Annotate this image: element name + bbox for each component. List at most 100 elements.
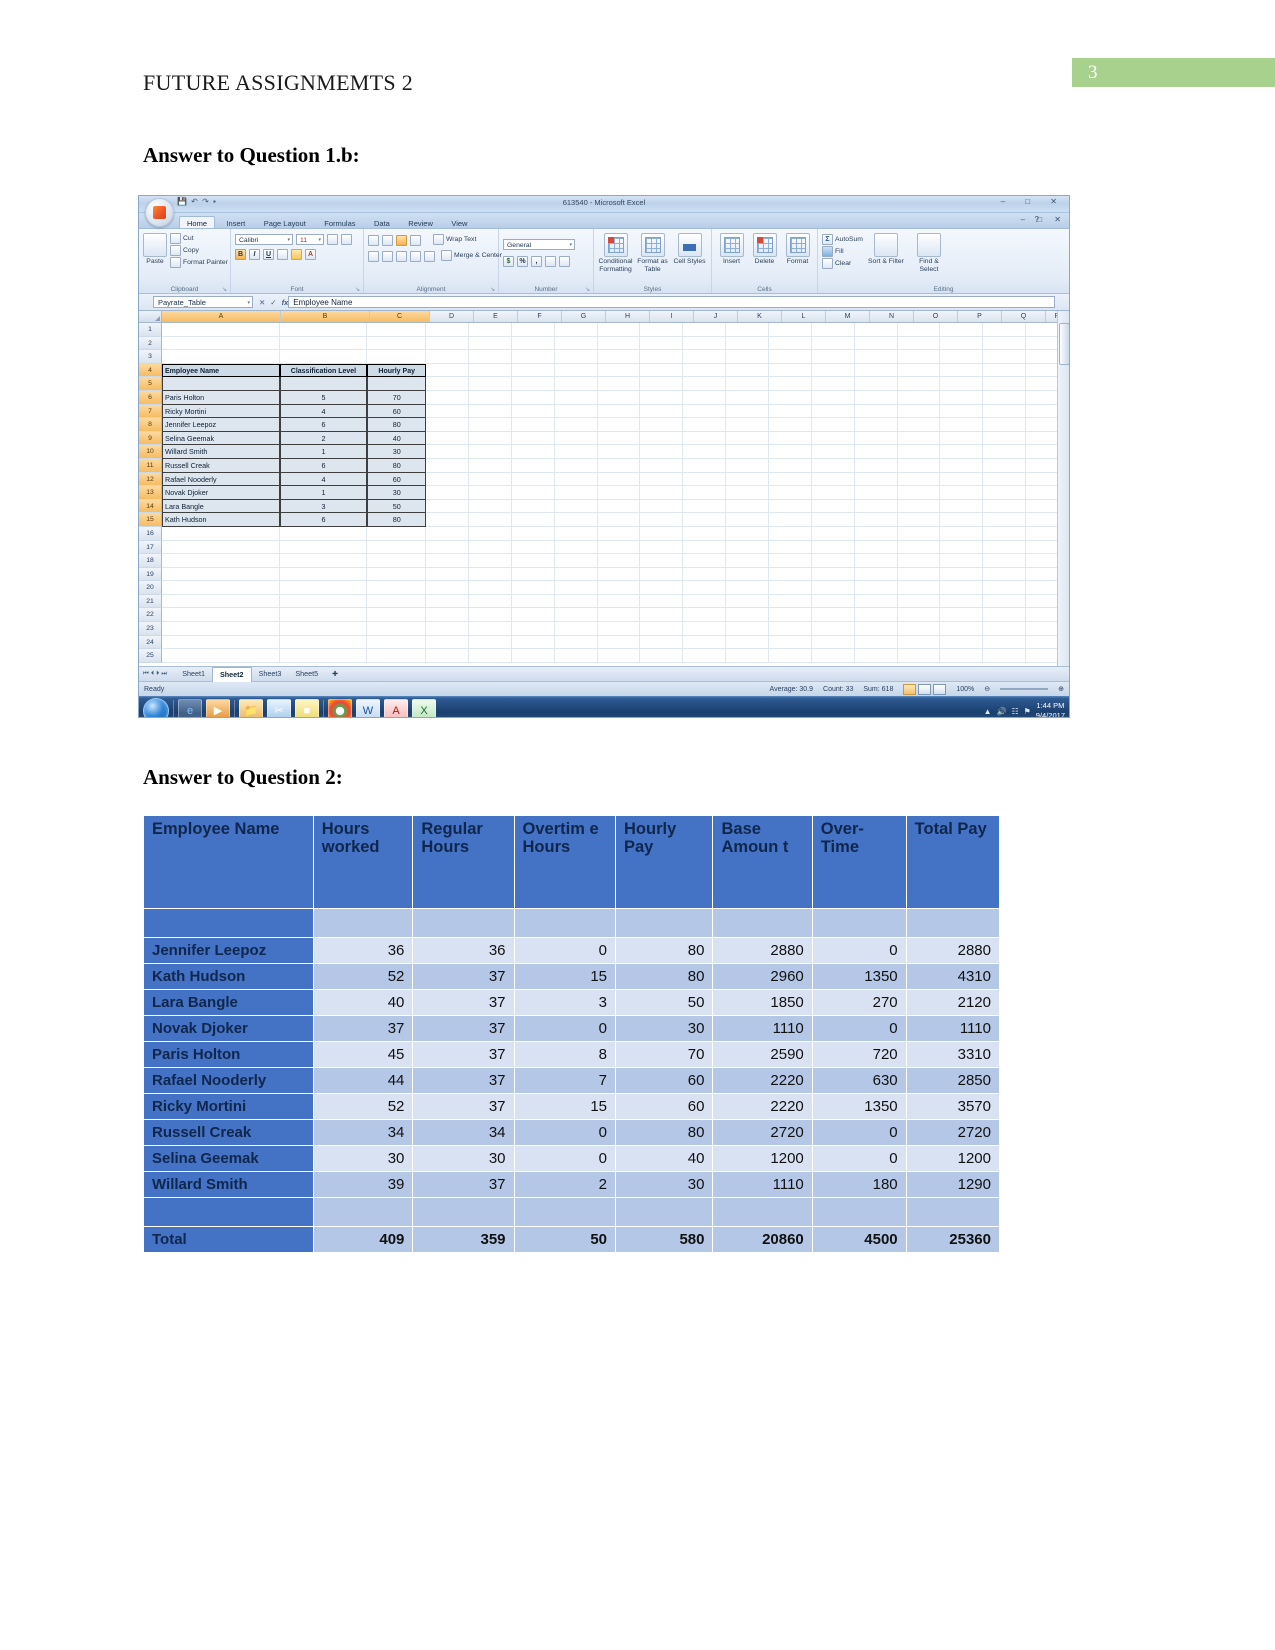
table-data-cell[interactable]: 2: [279, 431, 368, 446]
table-data-cell[interactable]: 1: [279, 486, 368, 500]
align-right-icon[interactable]: [396, 250, 407, 262]
worksheet-cell[interactable]: [940, 513, 984, 527]
worksheet-cell[interactable]: [897, 594, 941, 609]
worksheet-cell[interactable]: [726, 418, 769, 432]
worksheet-cell[interactable]: [726, 499, 769, 514]
worksheet-cell[interactable]: [554, 635, 598, 650]
worksheet-cell[interactable]: [726, 486, 769, 500]
worksheet-cell[interactable]: [983, 581, 1027, 595]
row-header[interactable]: 14: [139, 499, 162, 514]
row-header[interactable]: 15: [139, 513, 162, 527]
column-header-o[interactable]: O: [914, 311, 958, 322]
worksheet-cell[interactable]: [597, 526, 641, 541]
worksheet-cell[interactable]: [597, 594, 641, 609]
worksheet-cell[interactable]: [940, 649, 984, 663]
delete-cells-icon[interactable]: [752, 233, 777, 257]
scrollbar-thumb[interactable]: [1059, 323, 1069, 365]
worksheet-cell[interactable]: [726, 404, 769, 419]
format-painter-icon[interactable]: [170, 257, 181, 268]
worksheet-cell[interactable]: [511, 540, 555, 555]
worksheet-cell[interactable]: [511, 445, 555, 459]
worksheet-cell[interactable]: [983, 377, 1027, 391]
table-data-cell[interactable]: Selina Geemak: [162, 431, 280, 446]
worksheet-cell[interactable]: [854, 649, 898, 663]
acrobat-reader-icon[interactable]: A: [384, 699, 408, 717]
worksheet-cell[interactable]: [640, 622, 684, 636]
ribbon-tab-insert[interactable]: Insert: [219, 217, 252, 228]
worksheet-cell[interactable]: [854, 526, 898, 541]
worksheet-cell[interactable]: [279, 581, 368, 595]
worksheet-cell[interactable]: [768, 404, 812, 419]
worksheet-cell[interactable]: [597, 486, 641, 500]
worksheet-cell[interactable]: [726, 594, 769, 609]
worksheet-cell[interactable]: [426, 554, 469, 568]
worksheet-cell[interactable]: [940, 363, 984, 378]
borders-icon[interactable]: [277, 249, 288, 260]
worksheet-cell[interactable]: [426, 513, 469, 527]
row-header[interactable]: 6: [139, 390, 162, 405]
worksheet-cell[interactable]: [511, 554, 555, 568]
row-header[interactable]: 20: [139, 581, 162, 595]
worksheet-cell[interactable]: [683, 350, 727, 364]
excel-icon[interactable]: X: [412, 699, 436, 717]
row-header[interactable]: 18: [139, 554, 162, 568]
worksheet-cell[interactable]: [897, 323, 941, 337]
worksheet-cell[interactable]: [597, 608, 641, 623]
autosum-label[interactable]: AutoSum: [835, 236, 863, 243]
worksheet-cell[interactable]: [426, 363, 469, 378]
worksheet-cell[interactable]: [897, 526, 941, 541]
worksheet-cell[interactable]: [426, 350, 469, 364]
worksheet-cell[interactable]: [940, 350, 984, 364]
worksheet-cell[interactable]: [640, 336, 684, 351]
decrease-font-size-icon[interactable]: [341, 234, 352, 245]
sheet-tab-sheet3[interactable]: Sheet3: [252, 667, 289, 681]
align-top-icon[interactable]: [368, 234, 379, 246]
worksheet-cell[interactable]: [897, 499, 941, 514]
worksheet-cell[interactable]: [940, 540, 984, 555]
clipboard-dialog-launcher-icon[interactable]: ↘: [222, 286, 227, 293]
worksheet-cell[interactable]: [640, 445, 684, 459]
format-cells-icon[interactable]: [785, 233, 810, 257]
worksheet-cell[interactable]: [768, 350, 812, 364]
worksheet-cell[interactable]: [554, 350, 598, 364]
worksheet-cell[interactable]: [597, 472, 641, 487]
worksheet-cell[interactable]: [468, 418, 512, 432]
worksheet-cell[interactable]: [511, 472, 555, 487]
alignment-dialog-launcher-icon[interactable]: ↘: [490, 286, 495, 293]
worksheet-cell[interactable]: [162, 635, 280, 650]
worksheet-cell[interactable]: [640, 323, 684, 337]
table-data-cell[interactable]: [162, 377, 280, 391]
italic-icon[interactable]: I: [249, 249, 260, 260]
copy-icon[interactable]: [170, 245, 181, 256]
zoom-out-icon[interactable]: ⊖: [984, 685, 990, 693]
cell-styles-icon[interactable]: [677, 233, 702, 257]
worksheet-cell[interactable]: [640, 540, 684, 555]
worksheet-cell[interactable]: [511, 350, 555, 364]
sheet-tab-sheet1[interactable]: Sheet1: [175, 667, 212, 681]
worksheet-cell[interactable]: [811, 486, 855, 500]
worksheet-cell[interactable]: [468, 581, 512, 595]
worksheet-cell[interactable]: [279, 622, 368, 636]
worksheet-cell[interactable]: [683, 486, 727, 500]
cell-styles-button[interactable]: Cell Styles: [672, 231, 707, 293]
worksheet-cell[interactable]: [940, 404, 984, 419]
row-header[interactable]: 23: [139, 622, 162, 636]
format-as-table-icon[interactable]: [640, 233, 665, 257]
worksheet-cell[interactable]: [983, 567, 1027, 582]
table-data-cell[interactable]: Rafael Nooderly: [162, 472, 280, 487]
worksheet-cell[interactable]: [726, 390, 769, 405]
table-data-cell[interactable]: 70: [367, 390, 427, 405]
worksheet-cell[interactable]: [726, 622, 769, 636]
worksheet-cell[interactable]: [726, 513, 769, 527]
worksheet-cell[interactable]: [983, 526, 1027, 541]
worksheet-cell[interactable]: [640, 594, 684, 609]
worksheet-cell[interactable]: [468, 635, 512, 650]
sheet-tab-sheet5[interactable]: Sheet5: [288, 667, 325, 681]
align-left-icon[interactable]: [368, 250, 379, 262]
worksheet-cell[interactable]: [683, 622, 727, 636]
insert-cells-icon[interactable]: [719, 233, 744, 257]
worksheet-cell[interactable]: [367, 540, 427, 555]
worksheet-cell[interactable]: [768, 418, 812, 432]
worksheet-cell[interactable]: [554, 431, 598, 446]
worksheet-cell[interactable]: [683, 499, 727, 514]
